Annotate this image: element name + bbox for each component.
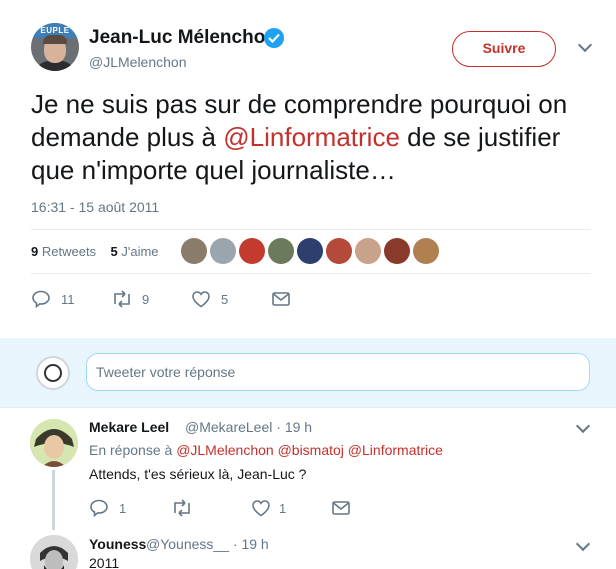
liker-avatar[interactable] xyxy=(210,238,236,264)
liker-avatar[interactable] xyxy=(384,238,410,264)
author-handle[interactable]: @JLMelenchon xyxy=(89,54,187,70)
reply-avatar[interactable] xyxy=(30,419,78,467)
verified-icon xyxy=(264,28,284,48)
heart-icon xyxy=(192,291,210,308)
liker-avatar[interactable] xyxy=(268,238,294,264)
main-tweet: EUPLE Jean-Luc Mélenchon @JLMelenchon Su… xyxy=(0,0,616,338)
author-name[interactable]: Jean-Luc Mélenchon xyxy=(89,27,277,49)
tweet-stats: 9 Retweets 5 J'aime xyxy=(31,244,159,259)
mention-link[interactable]: @Linformatrice xyxy=(223,122,400,152)
reply-author-meta[interactable]: @MekareLeel · 19 h xyxy=(185,419,312,435)
author-avatar[interactable]: EUPLE xyxy=(31,23,79,71)
in-reply-to: En réponse à @JLMelenchon @bismatoj @Lin… xyxy=(89,442,443,458)
chevron-down-icon[interactable] xyxy=(577,37,593,53)
liker-avatar[interactable] xyxy=(355,238,381,264)
liker-avatar[interactable] xyxy=(413,238,439,264)
retweet-stat[interactable]: 9 Retweets xyxy=(31,244,96,259)
reply-author-name[interactable]: Mekare Leel xyxy=(89,419,169,435)
reply-author-name[interactable]: Youness xyxy=(89,536,146,552)
divider xyxy=(31,229,591,230)
current-user-avatar xyxy=(36,356,70,390)
reply-text: 2011 xyxy=(89,555,120,569)
heart-icon xyxy=(252,500,270,517)
envelope-icon xyxy=(272,292,290,306)
reply-icon xyxy=(32,290,50,308)
thread-connector xyxy=(52,470,55,530)
tweet-timestamp[interactable]: 16:31 - 15 août 2011 xyxy=(31,199,159,215)
reply-icon xyxy=(90,499,108,517)
retweet-icon xyxy=(114,290,130,308)
liker-avatar[interactable] xyxy=(181,238,207,264)
reply-author-meta[interactable]: @Youness__ · 19 h xyxy=(146,536,269,552)
reply-text: Attends, t'es sérieux là, Jean-Luc ? xyxy=(89,466,307,482)
like-stat[interactable]: 5 J'aime xyxy=(111,244,159,259)
retweet-icon xyxy=(174,499,190,517)
liker-avatar[interactable] xyxy=(326,238,352,264)
liker-avatar[interactable] xyxy=(297,238,323,264)
tweet-text: Je ne suis pas sur de comprendre pourquo… xyxy=(31,89,568,185)
liker-avatar[interactable] xyxy=(239,238,265,264)
follow-button[interactable]: Suivre xyxy=(452,31,556,67)
envelope-icon xyxy=(332,501,350,515)
reply-input[interactable]: Tweeter votre réponse xyxy=(86,353,590,391)
reply-mentions[interactable]: @JLMelenchon @bismatoj @Linformatrice xyxy=(176,442,443,458)
divider xyxy=(31,273,591,274)
